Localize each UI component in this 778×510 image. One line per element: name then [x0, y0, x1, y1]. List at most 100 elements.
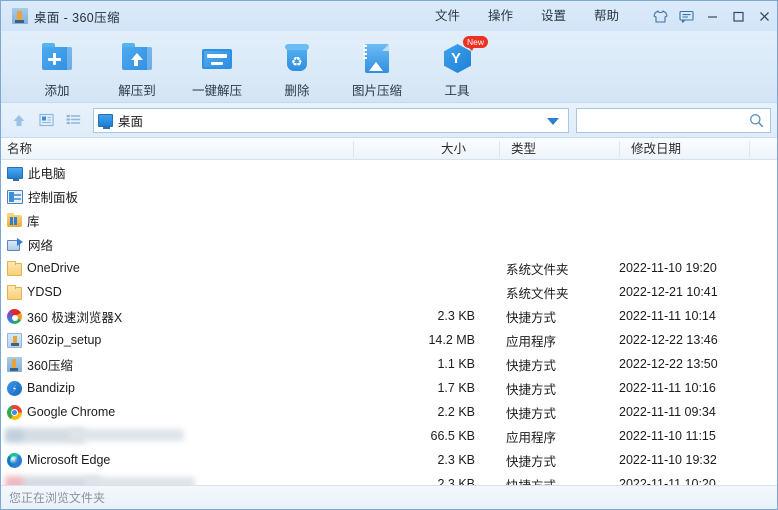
cell-size: 14.2 MB — [405, 333, 475, 347]
app-window: 桌面 - 360压缩 文件 操作 设置 帮助 — [0, 0, 778, 510]
cell-date: 2022-11-10 11:15 — [619, 429, 716, 443]
menu-bar: 文件 操作 设置 帮助 — [421, 1, 777, 31]
address-bar[interactable]: 桌面 — [93, 108, 569, 133]
cell-type: 快捷方式 — [506, 451, 556, 470]
toolbar-button-delete[interactable]: ♻ 删除 — [257, 37, 337, 101]
table-row[interactable]: 66.5 KB应用程序2022-11-10 11:15 — [1, 424, 777, 448]
maximize-icon[interactable] — [725, 1, 751, 31]
toolbar-button-tools[interactable]: New Y 工具 — [417, 37, 497, 101]
table-row[interactable]: 此电脑 — [1, 160, 777, 184]
navigation-bar: 桌面 — [1, 103, 777, 138]
cell-name: OneDrive — [7, 256, 80, 280]
cell-date: 2022-11-10 19:20 — [619, 261, 717, 275]
toolbar: 添加 解压到 一键解压 ♻ 删除 图片压缩 — [1, 31, 777, 103]
toolbar-label-add: 添加 — [44, 80, 69, 99]
table-row[interactable]: 360 极速浏览器X 2.3 KB 快捷方式 2022-11-11 10:14 — [1, 304, 777, 328]
file-name: Bandizip — [27, 381, 75, 395]
search-input[interactable] — [583, 113, 749, 127]
table-row[interactable]: YDSD系统文件夹2022-12-21 10:41 — [1, 280, 777, 304]
cell-type: 应用程序 — [506, 427, 556, 446]
cell-name: Microsoft Edge — [7, 448, 110, 472]
table-row[interactable]: 控制面板 — [1, 184, 777, 208]
toolbar-label-tools: 工具 — [444, 80, 469, 99]
file-name: YDSD — [27, 285, 62, 299]
cell-size: 2.3 KB — [405, 453, 475, 467]
file-name: Microsoft Edge — [27, 453, 110, 467]
cell-date: 2022-12-22 13:46 — [619, 333, 718, 347]
menu-settings[interactable]: 设置 — [527, 1, 580, 31]
control-panel-icon — [7, 190, 23, 204]
close-icon[interactable] — [751, 1, 777, 31]
list-view-icon[interactable] — [61, 108, 85, 132]
toolbar-button-one-click-extract[interactable]: 一键解压 — [177, 37, 257, 101]
file-name: 此电脑 — [28, 163, 66, 182]
cell-type: 快捷方式 — [506, 307, 556, 326]
file-name: 360 极速浏览器X — [27, 307, 122, 326]
table-row[interactable]: 库 — [1, 208, 777, 232]
file-name: 360压缩 — [27, 355, 73, 374]
thumbnail-view-icon[interactable] — [34, 108, 58, 132]
cell-type: 快捷方式 — [506, 475, 556, 486]
table-row[interactable]: 2.3 KB快捷方式2022-11-11 10:20 — [1, 472, 777, 485]
network-icon — [7, 238, 23, 251]
toolbar-label-image-compress: 图片压缩 — [352, 80, 402, 99]
table-row[interactable]: Microsoft Edge2.3 KB快捷方式2022-11-10 19:32 — [1, 448, 777, 472]
table-row[interactable]: OneDrive系统文件夹2022-11-10 19:20 — [1, 256, 777, 280]
cell-date: 2022-11-11 10:14 — [619, 309, 716, 323]
this-pc-icon — [7, 167, 23, 179]
column-header-type[interactable]: 类型 — [511, 138, 536, 160]
cell-date: 2022-11-11 09:34 — [619, 405, 716, 419]
cell-name: 此电脑 — [7, 160, 66, 184]
minimize-icon[interactable] — [699, 1, 725, 31]
toolbar-button-extract-to[interactable]: 解压到 — [97, 37, 177, 101]
browser-360-icon — [7, 309, 22, 324]
search-box[interactable] — [576, 108, 771, 133]
table-row[interactable]: Bandizip1.7 KB快捷方式2022-11-11 10:16 — [1, 376, 777, 400]
column-header-name[interactable]: 名称 — [7, 138, 32, 160]
file-name: 360zip_setup — [27, 333, 101, 347]
cell-date: 2022-12-22 13:50 — [619, 357, 718, 371]
delete-bin-icon: ♻ — [280, 41, 314, 75]
new-badge: New — [463, 36, 488, 48]
skin-shirt-icon[interactable] — [647, 1, 673, 31]
title-left-group: 桌面 - 360压缩 — [1, 7, 120, 26]
cell-date: 2022-12-21 10:41 — [619, 285, 718, 299]
feedback-icon[interactable] — [673, 1, 699, 31]
file-name: Google Chrome — [27, 405, 115, 419]
table-row[interactable]: Google Chrome 2.2 KB 快捷方式 2022-11-11 09:34 — [1, 400, 777, 424]
cell-size: 2.2 KB — [405, 405, 475, 419]
folder-icon — [7, 287, 22, 300]
file-name: 控制面板 — [28, 187, 78, 206]
cell-name: YDSD — [7, 280, 62, 304]
edge-icon — [7, 453, 22, 468]
cell-name: 网络 — [7, 232, 53, 256]
column-header-size[interactable]: 大小 — [441, 138, 466, 160]
table-row[interactable]: 360zip_setup14.2 MB应用程序2022-12-22 13:46 — [1, 328, 777, 352]
one-click-extract-icon — [200, 41, 234, 75]
up-arrow-icon[interactable] — [7, 108, 31, 132]
menu-file[interactable]: 文件 — [421, 1, 474, 31]
column-header-date[interactable]: 修改日期 — [631, 138, 681, 160]
chevron-down-icon[interactable] — [547, 118, 559, 125]
cell-type: 快捷方式 — [506, 379, 556, 398]
table-row[interactable]: 360压缩1.1 KB快捷方式2022-12-22 13:50 — [1, 352, 777, 376]
search-icon[interactable] — [749, 113, 764, 128]
column-header-row: 名称 大小 类型 修改日期 — [1, 138, 777, 160]
toolbar-button-image-compress[interactable]: 图片压缩 — [337, 37, 417, 101]
cell-type: 快捷方式 — [506, 403, 556, 422]
cell-name: 控制面板 — [7, 184, 78, 208]
toolbar-button-add[interactable]: 添加 — [17, 37, 97, 101]
desktop-monitor-icon — [98, 114, 113, 127]
add-folder-icon — [40, 41, 74, 75]
menu-action[interactable]: 操作 — [474, 1, 527, 31]
menu-help[interactable]: 帮助 — [580, 1, 633, 31]
cell-type: 快捷方式 — [506, 355, 556, 374]
cell-size: 2.3 KB — [405, 309, 475, 323]
toolbar-label-one-click-extract: 一键解压 — [192, 80, 242, 99]
zip-archive-icon — [12, 8, 28, 24]
file-name: 库 — [27, 211, 40, 230]
file-list[interactable]: 此电脑控制面板库网络OneDrive系统文件夹2022-11-10 19:20Y… — [1, 160, 777, 485]
toolbar-label-extract-to: 解压到 — [118, 80, 156, 99]
window-title: 桌面 - 360压缩 — [34, 7, 120, 26]
table-row[interactable]: 网络 — [1, 232, 777, 256]
